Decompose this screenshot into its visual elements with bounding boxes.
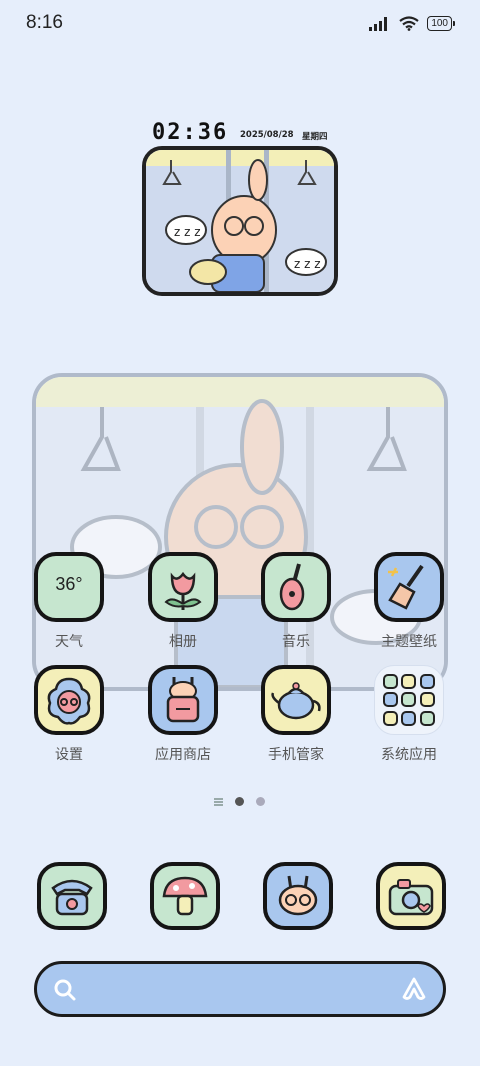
clock-date: 2025/08/28 bbox=[240, 130, 294, 140]
mini-app-icon bbox=[383, 674, 398, 689]
page-list-icon[interactable] bbox=[214, 797, 223, 806]
app-themes[interactable]: 主题壁纸 bbox=[359, 552, 459, 651]
app-label: 设置 bbox=[55, 747, 83, 763]
mushroom-icon[interactable] bbox=[150, 862, 220, 930]
search-bar[interactable] bbox=[34, 961, 446, 1017]
app-label: 手机管家 bbox=[268, 747, 324, 763]
bunny-glasses-icon[interactable] bbox=[263, 862, 333, 930]
mini-app-icon bbox=[383, 692, 398, 708]
mini-app-icon bbox=[419, 710, 435, 726]
mini-app-icon bbox=[419, 692, 435, 708]
status-bar: 8:16 100 bbox=[0, 0, 480, 50]
app-music[interactable]: 音乐 bbox=[246, 552, 346, 651]
brush-icon[interactable] bbox=[374, 552, 444, 622]
app-label: 系统应用 bbox=[381, 747, 437, 763]
camera-icon[interactable] bbox=[376, 862, 446, 930]
mini-app-icon bbox=[419, 674, 435, 689]
teapot-icon[interactable] bbox=[261, 665, 331, 735]
page-indicator[interactable] bbox=[214, 797, 265, 806]
clock-time: 02:36 bbox=[152, 120, 229, 145]
app-phone-manager[interactable]: 手机管家 bbox=[246, 665, 346, 764]
clock-widget-picture: z z z z z z bbox=[142, 146, 338, 296]
app-weather[interactable]: 36° 天气 bbox=[19, 552, 119, 651]
clock-weekday: 星期四 bbox=[302, 132, 328, 142]
app-label: 天气 bbox=[55, 634, 83, 650]
bunny-face-icon[interactable] bbox=[34, 665, 104, 735]
clock-widget[interactable]: 02:36 2025/08/28 星期四 z z z z z z bbox=[142, 120, 338, 300]
weather-icon[interactable]: 36° bbox=[34, 552, 104, 622]
guitar-icon[interactable] bbox=[261, 552, 331, 622]
mini-app-icon bbox=[401, 674, 417, 689]
page-dot-active[interactable] bbox=[235, 797, 244, 806]
sleeping-bunny-illustration: z z z z z z bbox=[146, 150, 334, 292]
app-label: 相册 bbox=[169, 634, 197, 650]
assistant-icon[interactable] bbox=[401, 976, 427, 1002]
folder-system-apps[interactable]: 系统应用 bbox=[359, 665, 459, 764]
page-dot[interactable] bbox=[256, 797, 265, 806]
app-label: 音乐 bbox=[282, 634, 310, 650]
weather-temperature: 36° bbox=[55, 574, 83, 594]
mini-app-icon bbox=[401, 692, 417, 708]
bunny-bag-icon[interactable] bbox=[148, 665, 218, 735]
app-label: 应用商店 bbox=[155, 747, 211, 763]
svg-text:z z z: z z z bbox=[174, 225, 201, 239]
signal-icon bbox=[369, 16, 388, 31]
mini-app-icon bbox=[383, 710, 398, 726]
battery-indicator: 100 bbox=[427, 16, 455, 31]
tulip-icon[interactable] bbox=[148, 552, 218, 622]
app-gallery[interactable]: 相册 bbox=[133, 552, 233, 651]
app-label: 主题壁纸 bbox=[381, 634, 437, 650]
wifi-icon bbox=[399, 16, 419, 31]
app-store[interactable]: 应用商店 bbox=[133, 665, 233, 764]
search-icon[interactable] bbox=[53, 978, 77, 1002]
app-settings[interactable]: 设置 bbox=[19, 665, 119, 764]
svg-text:z z z: z z z bbox=[294, 257, 321, 271]
status-time: 8:16 bbox=[26, 12, 63, 33]
folder-icon[interactable] bbox=[374, 665, 444, 735]
mini-app-icon bbox=[401, 710, 417, 726]
status-icons: 100 bbox=[369, 16, 455, 31]
telephone-icon[interactable] bbox=[37, 862, 107, 930]
